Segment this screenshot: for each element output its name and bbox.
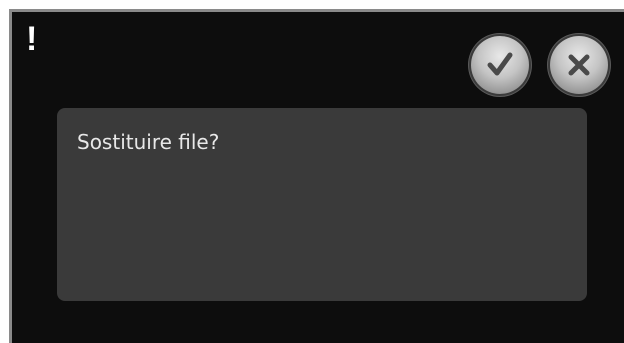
alert-icon: ! [26, 20, 38, 58]
close-icon [568, 54, 590, 76]
message-panel: Sostituire file? [57, 108, 587, 301]
dialog-window: ! Sostituire file? [0, 0, 624, 343]
confirm-button[interactable] [471, 36, 529, 94]
cancel-button[interactable] [550, 36, 608, 94]
message-text: Sostituire file? [77, 130, 220, 154]
check-icon [487, 52, 513, 76]
